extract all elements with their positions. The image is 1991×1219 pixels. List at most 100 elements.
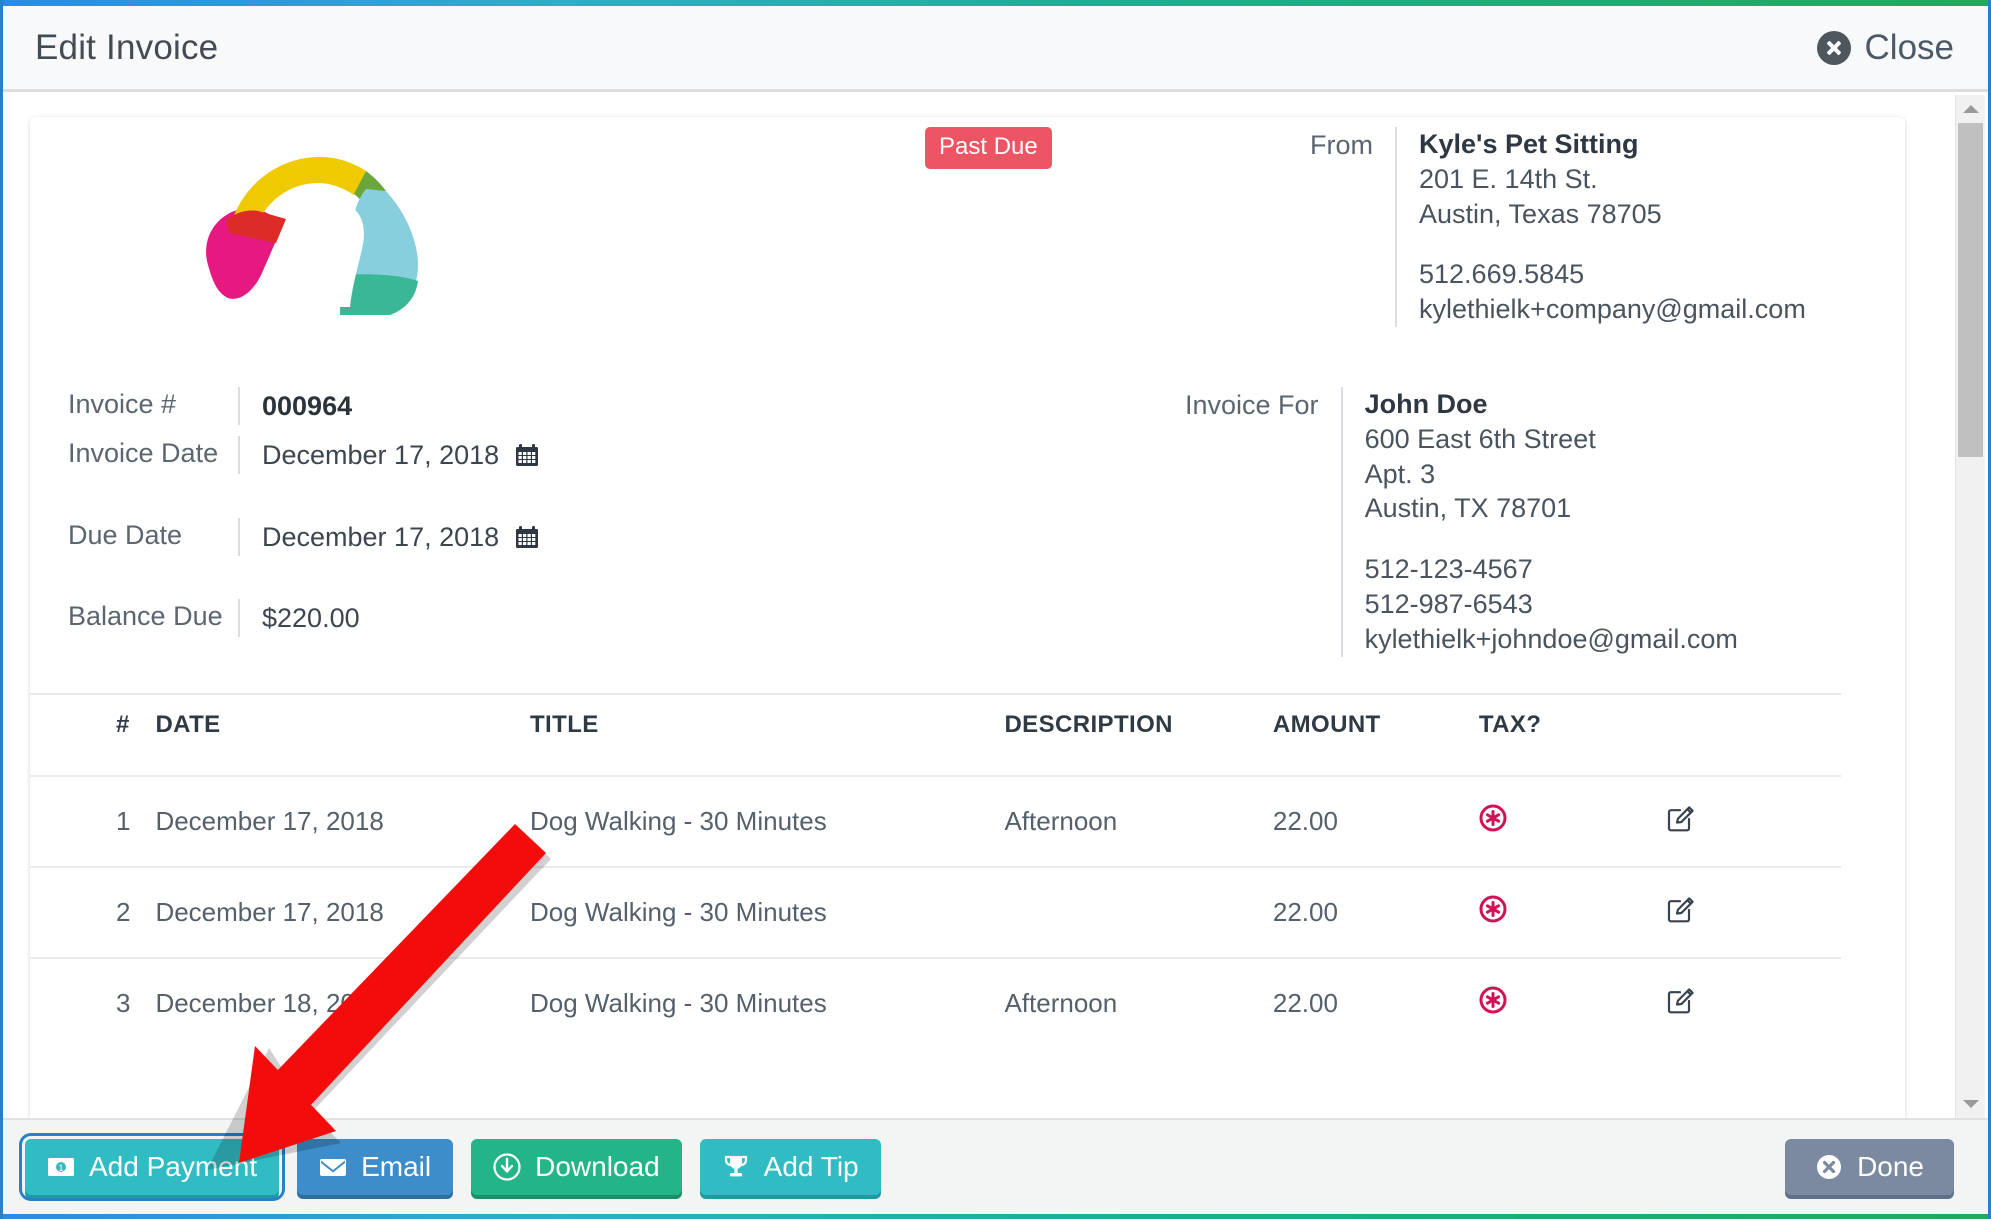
close-button-label: Close: [1864, 27, 1954, 67]
from-name: Kyle's Pet Sitting: [1419, 129, 1639, 159]
money-bill-icon: 1: [47, 1153, 75, 1181]
edit-line-item-button[interactable]: [1666, 866, 1841, 958]
add-payment-label: Add Payment: [89, 1151, 258, 1182]
invoice-top-band: Past Due From Kyle's Pet Sitting 201 E. …: [30, 117, 1905, 387]
from-block: From Kyle's Pet Sitting 201 E. 14th St. …: [1310, 127, 1806, 328]
invoice-date-value-wrap[interactable]: December 17, 2018: [238, 436, 539, 474]
done-label: Done: [1857, 1151, 1924, 1182]
svg-text:1: 1: [58, 1163, 63, 1173]
edit-invoice-modal: Edit Invoice Close Past Due From Kyle's …: [0, 0, 1991, 1219]
envelope-icon: [319, 1153, 347, 1181]
status-badge: Past Due: [925, 127, 1052, 169]
cell-title: Dog Walking - 30 Minutes: [530, 866, 1005, 958]
bill-to-email: kylethielk+johndoe@gmail.com: [1364, 623, 1738, 654]
th-date: DATE: [155, 693, 530, 776]
bottom-accent-bar: [3, 1214, 1988, 1219]
modal-header: Edit Invoice Close: [3, 6, 1988, 92]
th-title: TITLE: [530, 693, 1005, 776]
balance-due-row: Balance Due $220.00: [68, 599, 360, 637]
cell-description: Afternoon: [1004, 775, 1273, 867]
download-label: Download: [535, 1151, 660, 1182]
add-payment-button[interactable]: 1 Add Payment: [18, 1133, 286, 1201]
invoice-for-block: Invoice For John Doe 600 East 6th Street…: [1185, 387, 1738, 657]
th-description: DESCRIPTION: [1004, 693, 1273, 776]
cell-amount: 22.00: [1272, 957, 1479, 1048]
table-row: 1 December 17, 2018 Dog Walking - 30 Minut…: [30, 775, 1841, 867]
add-tip-button[interactable]: Add Tip: [699, 1139, 881, 1195]
invoice-for-label: Invoice For: [1185, 390, 1319, 420]
cell-title: Dog Walking - 30 Minutes: [530, 775, 1005, 867]
trophy-icon: [722, 1153, 750, 1181]
bill-to-address-line1: 600 East 6th Street: [1364, 423, 1596, 454]
due-date-row[interactable]: Due Date December 17, 2018: [68, 518, 539, 556]
close-icon: [1816, 30, 1851, 65]
vertical-scrollbar[interactable]: [1955, 95, 1985, 1118]
tax-toggle-icon[interactable]: [1478, 866, 1667, 958]
cell-date: December 17, 2018: [155, 775, 530, 867]
invoice-number-value: 000964: [238, 387, 352, 425]
invoice-date-row[interactable]: Invoice Date December 17, 2018: [68, 436, 539, 474]
email-button[interactable]: Email: [297, 1139, 454, 1195]
table-row: 2 December 17, 2018 Dog Walking - 30 Minut…: [30, 866, 1841, 958]
invoice-scroll-area: Past Due From Kyle's Pet Sitting 201 E. …: [6, 95, 1985, 1118]
balance-due-label: Balance Due: [68, 601, 223, 631]
due-date-label: Due Date: [68, 520, 183, 550]
cell-amount: 22.00: [1272, 866, 1479, 958]
bill-to-name: John Doe: [1364, 389, 1488, 419]
th-actions: [1666, 693, 1841, 776]
th-number: #: [30, 693, 156, 776]
table-row: 3 December 18, 2018 Dog Walking - 30 Minut…: [30, 957, 1841, 1048]
page-title: Edit Invoice: [35, 27, 219, 67]
line-items-header: # DATE TITLE DESCRIPTION AMOUNT TAX?: [30, 693, 1841, 776]
tax-toggle-icon[interactable]: [1478, 957, 1667, 1048]
modal-footer: 1 Add Payment Email Download Add Tip Don…: [3, 1118, 1988, 1214]
cell-amount: 22.00: [1272, 775, 1479, 867]
due-date-value-wrap[interactable]: December 17, 2018: [238, 518, 539, 556]
close-button[interactable]: Close: [1816, 27, 1954, 68]
caret-down-icon: [1962, 1100, 1979, 1108]
circle-x-icon: [1815, 1153, 1843, 1181]
top-accent-bar: [3, 0, 1988, 6]
bill-to-address-line2: Apt. 3: [1364, 458, 1436, 489]
edit-line-item-button[interactable]: [1666, 775, 1841, 867]
line-items-body: 1 December 17, 2018 Dog Walking - 30 Minut…: [30, 775, 1841, 1048]
scrollbar-thumb[interactable]: [1958, 123, 1983, 457]
invoice-number-label: Invoice #: [68, 389, 177, 419]
scroll-up-button[interactable]: [1956, 97, 1985, 121]
invoice-card: Past Due From Kyle's Pet Sitting 201 E. …: [30, 117, 1905, 1118]
download-button[interactable]: Download: [471, 1139, 682, 1195]
due-date-value: December 17, 2018: [262, 521, 500, 552]
cell-number: 1: [30, 775, 156, 867]
from-label: From: [1310, 130, 1373, 160]
table-header-row: # DATE TITLE DESCRIPTION AMOUNT TAX?: [30, 693, 1841, 776]
invoice-for-details: John Doe 600 East 6th Street Apt. 3 Aust…: [1340, 387, 1738, 657]
cell-description: [1004, 866, 1273, 958]
download-circle-icon: [493, 1153, 521, 1181]
invoice-number-row: Invoice # 000964: [68, 387, 352, 425]
invoice-meta-section: Invoice # 000964 Invoice Date December 1…: [30, 387, 1905, 687]
pet-sitting-logo-icon: [206, 156, 418, 315]
bill-to-phone1: 512-123-4567: [1364, 554, 1533, 585]
from-address-line2: Austin, Texas 78705: [1419, 198, 1662, 229]
from-details: Kyle's Pet Sitting 201 E. 14th St. Austi…: [1395, 127, 1806, 328]
done-button[interactable]: Done: [1785, 1139, 1954, 1195]
line-items-table: # DATE TITLE DESCRIPTION AMOUNT TAX? 1 De…: [30, 693, 1841, 1048]
calendar-icon[interactable]: [515, 525, 539, 549]
bill-to-phone2: 512-987-6543: [1364, 589, 1533, 620]
cell-description: Afternoon: [1004, 957, 1273, 1048]
invoice-date-label: Invoice Date: [68, 438, 219, 468]
cell-date: December 18, 2018: [155, 957, 530, 1048]
from-email: kylethielk+company@gmail.com: [1419, 294, 1806, 325]
th-tax: TAX?: [1478, 693, 1667, 776]
from-address-line1: 201 E. 14th St.: [1419, 163, 1598, 194]
calendar-icon[interactable]: [515, 443, 539, 467]
invoice-date-value: December 17, 2018: [262, 439, 500, 470]
edit-line-item-button[interactable]: [1666, 957, 1841, 1048]
caret-up-icon: [1962, 105, 1979, 113]
tax-toggle-icon[interactable]: [1478, 775, 1667, 867]
from-phone: 512.669.5845: [1419, 259, 1585, 290]
scroll-down-button[interactable]: [1956, 1092, 1985, 1116]
bill-to-address-line3: Austin, TX 78701: [1364, 493, 1572, 524]
cell-title: Dog Walking - 30 Minutes: [530, 957, 1005, 1048]
cell-date: December 17, 2018: [155, 866, 530, 958]
